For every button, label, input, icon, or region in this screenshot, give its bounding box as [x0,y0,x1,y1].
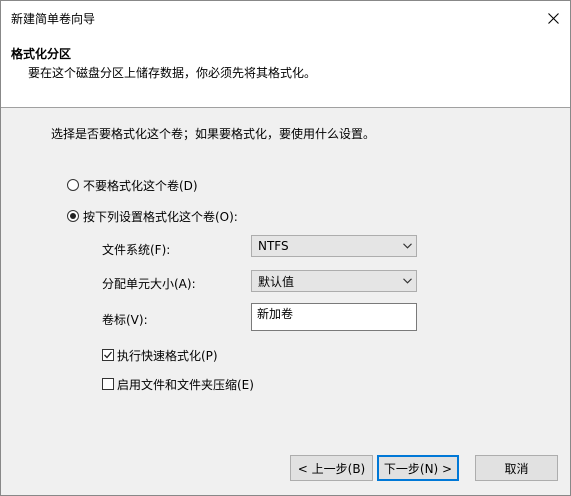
allocation-unit-label: 分配单元大小(A): [102,277,196,291]
close-icon [547,12,559,24]
quick-format-checkbox[interactable] [102,349,114,361]
allocation-unit-select[interactable]: 默认值 [251,270,417,292]
window-title: 新建简单卷向导 [11,12,96,26]
no-format-option[interactable]: 不要格式化这个卷(D) [67,177,198,193]
wizard-body: 选择是否要格式化这个卷；如果要格式化，要使用什么设置。 不要格式化这个卷(D) … [1,108,570,436]
compression-checkbox[interactable] [102,378,114,390]
file-system-select[interactable]: NTFS [251,235,417,257]
back-button[interactable]: < 上一步(B) [290,455,373,481]
compression-option[interactable]: 启用文件和文件夹压缩(E) [102,376,254,392]
chevron-down-icon [398,271,416,291]
quick-format-option[interactable]: 执行快速格式化(P) [102,347,218,363]
cancel-button[interactable]: 取消 [475,455,558,481]
page-title: 格式化分区 [11,47,72,61]
page-description: 要在这个磁盘分区上储存数据，你必须先将其格式化。 [28,66,317,80]
file-system-label: 文件系统(F): [102,243,171,257]
wizard-header: 格式化分区 要在这个磁盘分区上储存数据，你必须先将其格式化。 [1,35,570,107]
checkmark-icon [104,351,113,359]
format-option[interactable]: 按下列设置格式化这个卷(O): [67,208,238,224]
volume-label-input[interactable] [251,303,417,331]
no-format-label: 不要格式化这个卷(D) [83,178,198,193]
format-label: 按下列设置格式化这个卷(O): [83,209,238,224]
next-button[interactable]: 下一步(N) > [377,455,459,481]
title-bar: 新建简单卷向导 [1,1,570,35]
body-prompt: 选择是否要格式化这个卷；如果要格式化，要使用什么设置。 [51,127,376,141]
allocation-unit-value: 默认值 [258,274,295,289]
wizard-footer: < 上一步(B) 下一步(N) > 取消 [1,436,570,495]
close-button[interactable] [536,1,570,35]
format-radio[interactable] [67,210,79,222]
file-system-value: NTFS [258,239,289,253]
no-format-radio[interactable] [67,179,79,191]
chevron-down-icon [398,236,416,256]
wizard-window: 新建简单卷向导 格式化分区 要在这个磁盘分区上储存数据，你必须先将其格式化。 选… [0,0,571,496]
compression-label: 启用文件和文件夹压缩(E) [117,377,254,392]
quick-format-label: 执行快速格式化(P) [117,348,218,363]
volume-label-label: 卷标(V): [102,313,148,327]
